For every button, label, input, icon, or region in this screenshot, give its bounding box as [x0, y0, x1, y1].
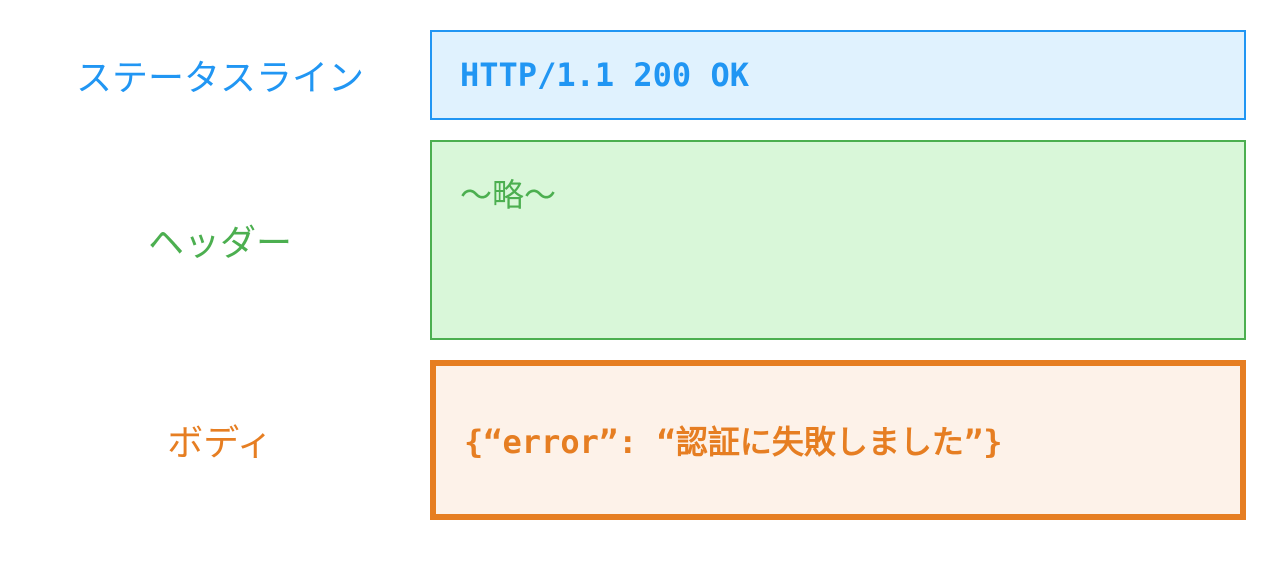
body-row: ボディ {“error”: “認証に失敗しました”} [40, 360, 1246, 520]
status-line-label: ステータスライン [40, 49, 400, 101]
header-box: 〜略〜 [430, 140, 1246, 340]
header-label: ヘッダー [40, 214, 400, 266]
body-label: ボディ [40, 414, 400, 466]
status-line-row: ステータスライン HTTP/1.1 200 OK [40, 30, 1246, 120]
status-line-box: HTTP/1.1 200 OK [430, 30, 1246, 120]
header-row: ヘッダー 〜略〜 [40, 140, 1246, 340]
body-box: {“error”: “認証に失敗しました”} [430, 360, 1246, 520]
http-response-diagram: ステータスライン HTTP/1.1 200 OK ヘッダー 〜略〜 ボディ {“… [40, 30, 1246, 520]
